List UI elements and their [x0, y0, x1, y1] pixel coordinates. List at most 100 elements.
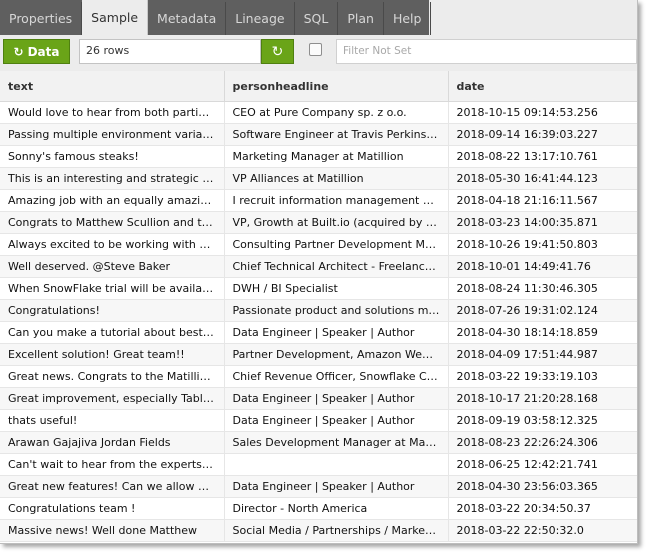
table-row[interactable]: Congratulations team ! Director - North A… [0, 497, 637, 520]
table-cell-personheadline: Marketing Manager at Matillion [224, 145, 449, 168]
table-cell-personheadline: Software Engineer at Travis Perkins pl..… [224, 123, 449, 146]
table-cell-text: This is an interesting and strategic rol… [0, 167, 225, 190]
table-cell-text: Congrats to Matthew Scullion and tea... [0, 211, 225, 234]
tab-lineage[interactable]: Lineage [226, 2, 295, 35]
tab-bar: Properties Sample Metadata Lineage SQL P… [0, 0, 637, 35]
table-cell-text: Passing multiple environment variable... [0, 123, 225, 146]
data-button[interactable]: ↻ Data [3, 39, 70, 64]
table-cell-text: Would love to hear from both parties, ..… [0, 101, 225, 124]
refresh-icon: ↻ [13, 44, 24, 59]
table-cell-personheadline: DWH / BI Specialist [224, 277, 449, 300]
sample-toolbar: ↻ Data 26 rows ↻ Filter Not Set [0, 35, 637, 71]
tab-metadata[interactable]: Metadata [148, 2, 227, 35]
table-cell-text: Great new features! Can we allow use... [0, 475, 225, 498]
row-count-input[interactable]: 26 rows [79, 39, 261, 64]
table-cell-date: 2018-08-24 11:30:46.305 [448, 277, 637, 300]
table-cell-date: 2018-06-25 12:42:21.741 [448, 453, 637, 476]
table-cell-personheadline: CEO at Pure Company sp. z o.o. [224, 101, 449, 124]
table-cell-text: Always excited to be working with slal..… [0, 233, 225, 256]
table-cell-date: 2018-04-09 17:51:44.987 [448, 343, 637, 366]
table-cell-personheadline: Director - North America [224, 497, 449, 520]
table-cell-personheadline: Chief Technical Architect - Freelance | … [224, 255, 449, 278]
table-cell-text: Great improvement, especially Table ... [0, 387, 225, 410]
table-row[interactable]: Passing multiple environment variable...… [0, 123, 637, 146]
table-cell-date: 2018-03-22 22:50:32.0 [448, 519, 637, 542]
table-cell-date: 2018-10-26 19:41:50.803 [448, 233, 637, 256]
sample-data-table: text personheadline date Would love to hea… [0, 71, 637, 542]
table-cell-personheadline: I recruit information management an... [224, 189, 449, 212]
table-cell-date: 2018-05-30 16:41:44.123 [448, 167, 637, 190]
table-row[interactable]: Excellent solution! Great team!! Partner … [0, 343, 637, 366]
table-header-row: text personheadline date [0, 71, 637, 102]
table-row[interactable]: Amazing job with an equally amazing ... I… [0, 189, 637, 212]
table-row[interactable]: Congrats to Matthew Scullion and tea... V… [0, 211, 637, 234]
table-cell-date: 2018-10-17 21:20:28.168 [448, 387, 637, 410]
table-cell-date: 2018-07-26 19:31:02.124 [448, 299, 637, 322]
table-row[interactable]: When SnowFlake trial will be available? D… [0, 277, 637, 300]
tab-properties[interactable]: Properties [0, 2, 83, 35]
table-cell-personheadline: VP Alliances at Matillion [224, 167, 449, 190]
table-cell-date: 2018-09-14 16:39:03.227 [448, 123, 637, 146]
table-cell-text: When SnowFlake trial will be available? [0, 277, 225, 300]
table-cell-date: 2018-03-22 20:34:50.37 [448, 497, 637, 520]
table-row[interactable]: This is an interesting and strategic rol… [0, 167, 637, 190]
table-row[interactable]: Sonny's famous steaks! Marketing Manager … [0, 145, 637, 168]
table-cell-text: Can't wait to hear from the experts Cr..… [0, 453, 225, 476]
table-cell-text: Sonny's famous steaks! [0, 145, 225, 168]
table-cell-text: Great news. Congrats to the Matillion ..… [0, 365, 225, 388]
table-row[interactable]: Arawan Gajajiva Jordan Fields Sales Devel… [0, 431, 637, 454]
table-cell-text: thats useful! [0, 409, 225, 432]
table-cell-date: 2018-08-23 22:26:24.306 [448, 431, 637, 454]
table-cell-personheadline: Social Media / Partnerships / Marketi... [224, 519, 449, 542]
table-cell-personheadline: Sales Development Manager at Matill... [224, 431, 449, 454]
table-cell-personheadline: Consulting Partner Development Ma... [224, 233, 449, 256]
table-cell-personheadline [224, 453, 449, 476]
table-row[interactable]: Can't wait to hear from the experts Cr..… [0, 453, 637, 476]
column-header-date[interactable]: date [448, 71, 637, 102]
table-cell-text: Can you make a tutorial about best pr... [0, 321, 225, 344]
table-cell-text: Arawan Gajajiva Jordan Fields [0, 431, 225, 454]
table-cell-date: 2018-04-30 23:56:03.365 [448, 475, 637, 498]
table-row[interactable]: Massive news! Well done Matthew Social Me… [0, 519, 637, 542]
tab-plan[interactable]: Plan [338, 2, 384, 35]
table-cell-date: 2018-10-15 09:14:53.256 [448, 101, 637, 124]
table-cell-text: Congratulations! [0, 299, 225, 322]
table-row[interactable]: Can you make a tutorial about best pr...… [0, 321, 637, 344]
table-cell-personheadline: Data Engineer | Speaker | Author [224, 321, 449, 344]
table-cell-text: Amazing job with an equally amazing ... [0, 189, 225, 212]
table-cell-text: Congratulations team ! [0, 497, 225, 520]
tab-help[interactable]: Help [384, 2, 432, 35]
table-cell-text: Excellent solution! Great team!! [0, 343, 225, 366]
table-cell-personheadline: Data Engineer | Speaker | Author [224, 475, 449, 498]
table-cell-personheadline: Data Engineer | Speaker | Author [224, 387, 449, 410]
table-cell-date: 2018-03-23 14:00:35.871 [448, 211, 637, 234]
filter-checkbox[interactable] [309, 43, 322, 56]
table-row[interactable]: Well deserved. @Steve Baker Chief Technic… [0, 255, 637, 278]
table-row[interactable]: Would love to hear from both parties, ..… [0, 101, 637, 124]
table-row[interactable]: Congratulations! Passionate product and s… [0, 299, 637, 322]
tab-sample[interactable]: Sample [82, 0, 149, 35]
table-row[interactable]: Great new features! Can we allow use... D… [0, 475, 637, 498]
table-cell-date: 2018-04-30 18:14:18.859 [448, 321, 637, 344]
table-row[interactable]: Great improvement, especially Table ... D… [0, 387, 637, 410]
refresh-button[interactable]: ↻ [261, 39, 294, 64]
table-cell-date: 2018-09-19 03:58:12.325 [448, 409, 637, 432]
column-header-text[interactable]: text [0, 71, 225, 102]
data-button-label: Data [27, 44, 60, 59]
table-cell-personheadline: Data Engineer | Speaker | Author [224, 409, 449, 432]
table-cell-text: Well deserved. @Steve Baker [0, 255, 225, 278]
table-row[interactable]: thats useful! Data Engineer | Speaker | A… [0, 409, 637, 432]
table-row[interactable]: Great news. Congrats to the Matillion ..… [0, 365, 637, 388]
table-cell-date: 2018-10-01 14:49:41.76 [448, 255, 637, 278]
table-cell-date: 2018-03-22 19:33:19.103 [448, 365, 637, 388]
table-cell-personheadline: VP, Growth at Built.io (acquired by So..… [224, 211, 449, 234]
table-row[interactable]: Always excited to be working with slal..… [0, 233, 637, 256]
column-header-personheadline[interactable]: personheadline [224, 71, 449, 102]
table-cell-personheadline: Chief Revenue Officer, Snowflake Co... [224, 365, 449, 388]
tab-sql[interactable]: SQL [295, 2, 339, 35]
refresh-icon: ↻ [271, 43, 284, 60]
table-cell-personheadline: Passionate product and solutions ma... [224, 299, 449, 322]
table-cell-personheadline: Partner Development, Amazon Web S... [224, 343, 449, 366]
filter-input[interactable]: Filter Not Set [336, 39, 637, 64]
table-cell-date: 2018-08-22 13:17:10.761 [448, 145, 637, 168]
